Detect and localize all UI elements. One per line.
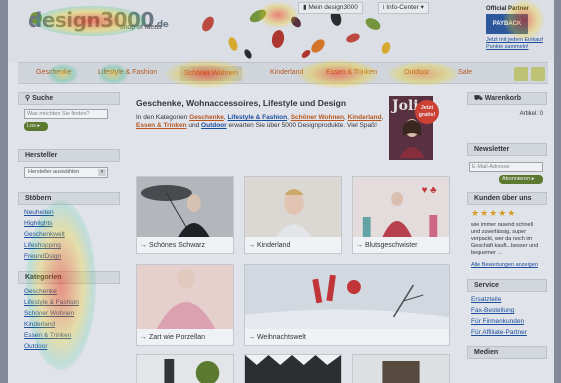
nav-item-kinderland[interactable]: Kinderland xyxy=(270,69,303,76)
cart-icon: ⛟ xyxy=(474,95,485,102)
partner-label: Official Partner xyxy=(486,6,530,12)
intro-text: In den Kategorien Geschenke, Lifestyle &… xyxy=(136,114,384,129)
magazine-badge: Jetzt gratis! xyxy=(415,100,439,124)
nav-item-lifestyle[interactable]: Lifestyle & Fashion xyxy=(98,69,157,76)
right-sidebar: ⛟ Warenkorb Artikel: 0 Newsletter E-Mail… xyxy=(467,92,547,359)
card-image-zart-wie-porzellan xyxy=(137,265,233,329)
category-item-outdoor[interactable]: Outdoor xyxy=(18,341,120,352)
category-item-essen-trinken[interactable]: Essen & Trinken xyxy=(18,330,120,341)
page: design3000.de shop of ideas ▮ Mein desig… xyxy=(8,0,554,383)
newsletter-title: Newsletter xyxy=(467,143,547,156)
card-image-weihnachtswelt xyxy=(245,265,449,329)
intro-link-outdoor[interactable]: Outdoor xyxy=(201,122,227,129)
product-card[interactable]: → Kinderland xyxy=(244,176,342,254)
card-caption: → Zart wie Porzellan xyxy=(140,334,205,341)
decorative-confetti xyxy=(202,9,391,59)
card-image-kinderland xyxy=(245,177,341,237)
reviews-title: Kunden über uns xyxy=(467,192,547,205)
nav-item-sale[interactable]: Sale xyxy=(458,69,472,76)
browse-item-geschenkwelt[interactable]: Geschenkwelt xyxy=(18,229,120,240)
card-image-schoenes-schwarz xyxy=(137,177,233,237)
page-title: Geschenke, Wohnaccessoires, Lifestyle un… xyxy=(136,98,347,108)
product-card[interactable] xyxy=(244,354,342,383)
service-item-ersatzteile[interactable]: Ersatzteile xyxy=(467,294,547,305)
newsletter-email-input[interactable]: E-Mail-Adresse xyxy=(469,162,543,172)
magazine-promo[interactable]: Jolie Jetzt gratis! xyxy=(389,96,439,160)
search-button[interactable]: Los ▸ xyxy=(24,122,48,131)
all-reviews-link[interactable]: Alle Bewertungen anzeigen xyxy=(467,260,547,271)
nav-item-schoener-wohnen[interactable]: Schöner Wohnen xyxy=(180,66,242,81)
nav-next-icon[interactable] xyxy=(531,67,545,81)
intro-link-essen-trinken[interactable]: Essen & Trinken xyxy=(136,122,187,129)
category-item-kinderland[interactable]: Kinderland xyxy=(18,319,120,330)
category-item-geschenke[interactable]: Geschenke xyxy=(18,286,120,297)
card-caption: → Kinderland xyxy=(248,242,291,249)
manufacturer-select[interactable]: Hersteller auswählen ▾ xyxy=(24,167,108,178)
intro-link-lifestyle[interactable]: Lifestyle & Fashion xyxy=(227,114,287,121)
search-input[interactable]: Was möchten Sie finden? xyxy=(24,109,108,119)
categories-title: Kategorien xyxy=(18,271,120,284)
browse-item-neuheiten[interactable]: Neuheiten xyxy=(18,207,120,218)
cart-items: Artikel: 0 xyxy=(519,111,543,117)
manufacturer-title: Hersteller xyxy=(18,149,120,162)
intro-link-geschenke[interactable]: Geschenke xyxy=(189,114,224,121)
main-nav: Geschenke Lifestyle & Fashion Schöner Wo… xyxy=(18,62,548,84)
review-text: wie immer rasend schnell und zuverlässig… xyxy=(471,222,539,256)
product-card[interactable]: ♥ ♣ → Blutsgeschwister xyxy=(352,176,450,254)
product-card[interactable] xyxy=(136,354,234,383)
category-item-schoener-wohnen[interactable]: Schöner Wohnen xyxy=(18,308,120,319)
card-image xyxy=(137,355,233,383)
nav-item-geschenke[interactable]: Geschenke xyxy=(36,69,71,76)
rating-stars-icon: ★★★★★ xyxy=(471,208,517,218)
nav-prev-icon[interactable] xyxy=(514,67,528,81)
browse-item-lifeshopping[interactable]: Lifeshopping xyxy=(18,240,120,251)
left-sidebar: ⚲ Suche Was möchten Sie finden? Los ▸ He… xyxy=(18,92,120,352)
card-caption: → Blutsgeschwister xyxy=(356,242,418,249)
info-center-link[interactable]: i Info-Center ▾ xyxy=(378,2,429,14)
card-image xyxy=(353,355,449,383)
product-card[interactable] xyxy=(352,354,450,383)
browse-item-highlights[interactable]: Highlights xyxy=(18,218,120,229)
intro-link-kinderland[interactable]: Kinderland xyxy=(348,114,382,121)
cart-title: ⛟ Warenkorb xyxy=(467,92,547,105)
product-card[interactable]: → Zart wie Porzellan xyxy=(136,264,234,346)
newsletter-subscribe-button[interactable]: Abonnieren ▸ xyxy=(499,175,543,184)
nav-item-essen-trinken[interactable]: Essen & Trinken xyxy=(326,69,377,76)
payback-link[interactable]: Jetzt mit jedem Einkauf Punkte sammeln! xyxy=(486,37,546,51)
nav-item-outdoor[interactable]: Outdoor xyxy=(404,69,429,76)
service-item-firmenkunden[interactable]: Für Firmenkunden xyxy=(467,316,547,327)
card-image xyxy=(245,355,341,383)
service-item-affiliate[interactable]: Für Affiliate-Partner xyxy=(467,327,547,338)
card-caption: → Schönes Schwarz xyxy=(140,242,205,249)
header: design3000.de shop of ideas ▮ Mein desig… xyxy=(8,0,554,62)
search-box-title: ⚲ Suche xyxy=(18,92,120,105)
payback-badge[interactable]: PAYBACK xyxy=(486,14,528,34)
svg-text:♥ ♣: ♥ ♣ xyxy=(422,185,437,196)
media-title: Medien xyxy=(467,346,547,359)
intro-link-schoener-wohnen[interactable]: Schöner Wohnen xyxy=(291,114,344,121)
browse-title: Stöbern xyxy=(18,192,120,205)
my-account-link[interactable]: ▮ Mein design3000 xyxy=(298,2,363,14)
tagline: shop of ideas xyxy=(120,24,162,31)
card-image-blutsgeschwister: ♥ ♣ xyxy=(353,177,449,237)
category-item-lifestyle[interactable]: Lifestyle & Fashion xyxy=(18,297,120,308)
browse-item-freunddsign[interactable]: FreundDsign xyxy=(18,251,120,262)
chevron-down-icon: ▾ xyxy=(98,169,106,176)
product-card[interactable]: → Schönes Schwarz xyxy=(136,176,234,254)
service-title: Service xyxy=(467,279,547,292)
card-caption: → Weihnachtswelt xyxy=(248,334,306,341)
product-card[interactable]: → Weihnachtswelt xyxy=(244,264,450,346)
service-item-fax[interactable]: Fax-Bestellung xyxy=(467,305,547,316)
